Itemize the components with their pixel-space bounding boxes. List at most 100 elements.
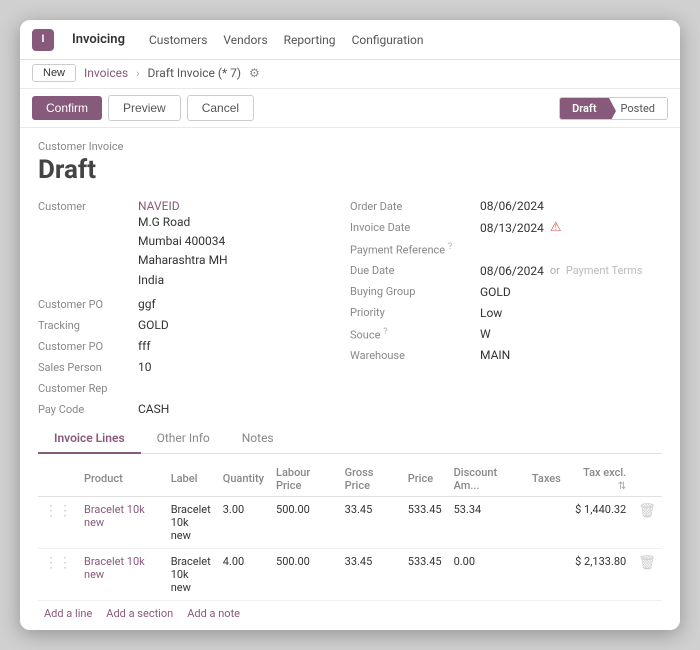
row-gross-price[interactable]: 33.45 [339,548,402,600]
order-date-label: Order Date [350,200,480,213]
pay-code-value[interactable]: CASH [138,402,350,416]
breadcrumb-current: Draft Invoice (* 7) [148,66,241,80]
order-date-field: Order Date 08/06/2024 [350,199,662,213]
preview-button[interactable]: Preview [108,95,181,121]
payment-ref-label: Payment Reference ? [350,242,480,257]
sales-person-value[interactable]: 10 [138,360,350,374]
add-line-btn[interactable]: Add a line [44,607,92,620]
customer-po-value[interactable]: ggf [138,297,350,311]
breadcrumb-separator: › [136,67,139,80]
row-tax-excl: $ 1,440.32 [567,496,632,548]
customer-name[interactable]: NAVEID [138,199,228,213]
warehouse-label: Warehouse [350,349,480,362]
tab-notes[interactable]: Notes [226,424,290,454]
customer-po2-value[interactable]: fff [138,339,350,353]
row-labour-price[interactable]: 500.00 [270,496,339,548]
priority-value[interactable]: Low [480,306,502,320]
delete-icon[interactable]: 🗑 [638,503,656,519]
invoice-title: Draft [38,155,662,185]
row-quantity[interactable]: 3.00 [217,496,270,548]
invoice-table: Product Label Quantity Labour Price Gros… [38,462,662,601]
tracking-label: Tracking [38,318,138,332]
th-label: Label [165,462,217,497]
row-taxes[interactable] [526,548,567,600]
souce-field: Souce ? W [350,327,662,342]
delete-icon[interactable]: 🗑 [638,555,656,571]
drag-handle[interactable]: ⋮⋮ [44,503,72,519]
invoice-type-label: Customer Invoice [38,140,662,153]
payment-ref-field: Payment Reference ? [350,242,662,257]
breadcrumb-parent[interactable]: Invoices [84,66,128,80]
sales-person-label: Sales Person [38,360,138,374]
warning-icon: ⚠ [550,220,562,235]
product-link[interactable]: Bracelet 10k new [84,503,145,529]
row-labour-price[interactable]: 500.00 [270,548,339,600]
row-tax-excl: $ 2,133.80 [567,548,632,600]
or-text: or [550,264,560,277]
tab-other-info[interactable]: Other Info [141,424,226,454]
th-price: Price [402,462,448,497]
due-date-label: Due Date [350,264,480,277]
drag-handle[interactable]: ⋮⋮ [44,555,72,571]
new-button[interactable]: New [32,64,76,82]
nav-reporting[interactable]: Reporting [284,33,336,47]
souce-label: Souce ? [350,327,480,342]
row-price[interactable]: 533.45 [402,548,448,600]
warehouse-field: Warehouse MAIN [350,348,662,362]
nav-vendors[interactable]: Vendors [223,33,267,47]
row-label: Bracelet10knew [171,503,211,542]
app-logo: I [32,29,54,51]
th-delete [632,462,662,497]
invoice-date-field: Invoice Date 08/13/2024 ⚠ [350,220,662,235]
th-product: Product [78,462,165,497]
customer-po2-label: Customer PO [38,339,138,353]
topbar: I Invoicing Customers Vendors Reporting … [20,20,680,60]
th-taxes: Taxes [526,462,567,497]
invoice-date-value[interactable]: 08/13/2024 [480,221,544,235]
payment-terms[interactable]: Payment Terms [566,264,643,277]
sales-person-field: Sales Person 10 [38,360,350,374]
buying-group-value[interactable]: GOLD [480,285,511,299]
priority-field: Priority Low [350,306,662,320]
due-date-value[interactable]: 08/06/2024 [480,264,544,278]
status-group: Draft Posted [559,97,668,120]
form-left-col: Customer NAVEID M.G Road Mumbai 400034 M… [38,199,350,416]
app-name: Invoicing [72,32,125,47]
th-gross-price: Gross Price [339,462,402,497]
action-bar: Confirm Preview Cancel Draft Posted [20,89,680,128]
row-discount[interactable]: 0.00 [448,548,526,600]
nav-configuration[interactable]: Configuration [352,33,424,47]
table-row: ⋮⋮ Bracelet 10k new Bracelet10knew 3.00 … [38,496,662,548]
add-section-btn[interactable]: Add a section [106,607,173,620]
add-row-bar: Add a line Add a section Add a note [38,601,662,626]
row-quantity[interactable]: 4.00 [217,548,270,600]
pay-code-label: Pay Code [38,402,138,416]
order-date-value[interactable]: 08/06/2024 [480,199,544,213]
status-posted[interactable]: Posted [609,98,667,119]
row-gross-price[interactable]: 33.45 [339,496,402,548]
add-note-btn[interactable]: Add a note [187,607,240,620]
th-labour-price: Labour Price [270,462,339,497]
status-draft[interactable]: Draft [560,98,608,119]
tracking-value[interactable]: GOLD [138,318,350,332]
cancel-button[interactable]: Cancel [187,95,254,121]
customer-address: M.G Road Mumbai 400034 Maharashtra MH In… [138,213,228,290]
due-date-field: Due Date 08/06/2024 or Payment Terms [350,264,662,278]
row-price[interactable]: 533.45 [402,496,448,548]
customer-label: Customer [38,199,138,213]
customer-rep-label: Customer Rep [38,381,138,395]
tab-invoice-lines[interactable]: Invoice Lines [38,424,141,454]
customer-po2-field: Customer PO fff [38,339,350,353]
row-label: Bracelet10knew [171,555,211,594]
settings-icon[interactable]: ⚙ [249,66,260,80]
confirm-button[interactable]: Confirm [32,96,102,120]
product-link[interactable]: Bracelet 10k new [84,555,145,581]
tabs: Invoice Lines Other Info Notes [38,424,662,454]
souce-value[interactable]: W [480,327,491,341]
customer-field: Customer NAVEID M.G Road Mumbai 400034 M… [38,199,350,290]
nav-customers[interactable]: Customers [149,33,207,47]
row-taxes[interactable] [526,496,567,548]
warehouse-value[interactable]: MAIN [480,348,510,362]
row-discount[interactable]: 53.34 [448,496,526,548]
th-tax-excl: Tax excl. ⇅ [567,462,632,497]
